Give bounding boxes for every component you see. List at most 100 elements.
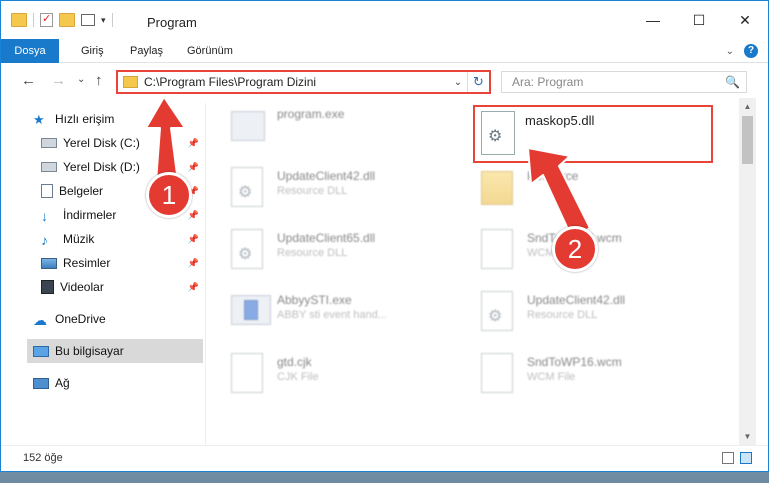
annotation-badge-1: 1 (146, 172, 192, 218)
pin-icon[interactable]: 📌 (188, 282, 199, 293)
new-folder-icon[interactable] (59, 13, 75, 27)
sidebar-item-label: Yerel Disk (C:) (63, 136, 140, 150)
computer-icon (33, 345, 49, 357)
tab-share[interactable]: Paylaş (130, 39, 163, 63)
sidebar-item-onedrive[interactable]: ☁ OneDrive (33, 307, 203, 331)
status-bar: 152 öğe (1, 445, 768, 471)
dll-icon: ⚙ (231, 229, 263, 269)
help-icon[interactable]: ? (744, 44, 758, 58)
gear-icon: ⚙ (488, 128, 503, 145)
scrollbar-thumb[interactable] (742, 116, 753, 164)
video-icon (41, 280, 54, 294)
file-type: Resource DLL (527, 309, 598, 321)
close-button[interactable]: ✕ (722, 1, 768, 39)
search-icon[interactable]: 🔍 (725, 75, 740, 89)
back-arrow-icon[interactable]: ← (21, 72, 36, 89)
maximize-button[interactable]: ☐ (676, 1, 722, 39)
search-input[interactable]: Ara: Program 🔍 (501, 71, 747, 93)
scroll-down-arrow-icon[interactable]: ▼ (739, 428, 756, 445)
search-placeholder: Ara: Program (512, 75, 584, 89)
tab-view[interactable]: Görünüm (187, 39, 233, 63)
sidebar-item-quick-access[interactable]: ★ Hızlı erişim (33, 107, 203, 131)
file-type: CJK File (277, 371, 319, 383)
file-name: AbbyySTI.exe (277, 293, 352, 307)
explorer-window: ▾ Program — ☐ ✕ Dosya Giriş Paylaş Görün… (0, 0, 769, 472)
toolbar-divider (111, 13, 113, 27)
document-icon (41, 184, 53, 198)
sidebar-item-label: İndirmeler (63, 208, 117, 222)
dll-icon: ⚙ (481, 111, 515, 155)
file-type: Resource DLL (277, 185, 348, 197)
properties-check-icon[interactable] (40, 12, 53, 27)
folder-icon (481, 171, 513, 205)
file-name: maskop5.dll (525, 113, 595, 128)
exe-icon (231, 295, 271, 325)
recent-locations-chevron-icon[interactable]: ⌄ (77, 74, 85, 85)
file-item[interactable]: ⚙ UpdateClient65.dll Resource DLL (217, 225, 457, 275)
sidebar-item-label: OneDrive (55, 312, 106, 326)
details-view-icon[interactable] (722, 452, 734, 464)
file-item[interactable]: program.exe (217, 101, 457, 151)
minimize-button[interactable]: — (630, 1, 676, 39)
pin-icon[interactable]: 📌 (188, 162, 199, 173)
view-icon[interactable] (81, 14, 95, 26)
file-item-selected[interactable]: ⚙ maskop5.dll (473, 105, 713, 163)
pin-icon[interactable]: 📌 (188, 210, 199, 221)
sidebar-item-videos[interactable]: Videolar 📌 (41, 275, 203, 299)
customize-toolbar-chevron-icon[interactable]: ▾ (101, 15, 106, 26)
sidebar-item-music[interactable]: ♪ Müzik 📌 (41, 227, 203, 251)
pin-icon[interactable]: 📌 (188, 234, 199, 245)
folder-icon (11, 13, 27, 27)
file-name: SndToWP16.wcm (527, 355, 622, 369)
address-bar[interactable]: C:\Program Files\Program Dizini ⌄ ↻ (116, 70, 491, 94)
address-path[interactable]: C:\Program Files\Program Dizini (144, 75, 449, 89)
window-title: Program (147, 15, 197, 30)
pin-icon[interactable]: 📌 (188, 138, 199, 149)
file-item[interactable]: gtd.cjk CJK File (217, 349, 457, 399)
navigation-bar: ← → ⌄ ↑ C:\Program Files\Program Dizini … (1, 64, 768, 98)
file-item[interactable]: Resource (467, 163, 707, 213)
dll-icon: ⚙ (481, 291, 513, 331)
sidebar-item-label: Hızlı erişim (55, 112, 115, 126)
sidebar-item-this-pc[interactable]: Bu bilgisayar (27, 339, 203, 363)
sidebar-item-pictures[interactable]: Resimler 📌 (41, 251, 203, 275)
file-type: WCM File (527, 371, 576, 383)
file-item[interactable]: AbbyySTI.exe ABBY sti event hand... (217, 287, 457, 337)
file-icon (481, 229, 513, 269)
sidebar-item-label: Yerel Disk (D:) (63, 160, 140, 174)
file-name: UpdateClient42.dll (527, 293, 626, 307)
tab-file[interactable]: Dosya (1, 39, 59, 63)
file-item[interactable]: ⚙ UpdateClient42.dll Resource DLL (467, 287, 707, 337)
file-icon (481, 353, 513, 393)
gear-icon: ⚙ (488, 308, 503, 325)
scroll-up-arrow-icon[interactable]: ▲ (739, 98, 756, 115)
up-arrow-icon[interactable]: ↑ (95, 72, 103, 89)
pictures-icon (41, 257, 57, 269)
file-item[interactable]: SndToWP16.wcm WCM File (467, 349, 707, 399)
expand-ribbon-chevron-icon[interactable]: ⌄ (726, 46, 734, 57)
large-icons-view-icon[interactable] (740, 452, 752, 464)
network-icon (33, 377, 49, 389)
gear-icon: ⚙ (238, 246, 253, 263)
file-name: program.exe (277, 107, 345, 121)
sidebar-item-label: Belgeler (59, 184, 104, 198)
app-badge-icon (244, 300, 258, 320)
drive-icon (41, 138, 57, 148)
file-item[interactable]: ⚙ UpdateClient42.dll Resource DLL (217, 163, 457, 213)
sidebar-item-local-disk-c[interactable]: Yerel Disk (C:) 📌 (41, 131, 203, 155)
sidebar-item-network[interactable]: Ağ (33, 371, 203, 395)
file-name: UpdateClient65.dll (277, 231, 376, 245)
vertical-scrollbar[interactable]: ▲ ▼ (739, 98, 756, 445)
file-name: gtd.cjk (277, 355, 312, 369)
tab-home[interactable]: Giriş (81, 39, 104, 63)
address-dropdown-chevron-icon[interactable]: ⌄ (449, 77, 467, 88)
sidebar-item-label: Ağ (55, 376, 70, 390)
pin-icon[interactable]: 📌 (188, 258, 199, 269)
refresh-icon[interactable]: ↻ (467, 72, 489, 92)
dll-icon: ⚙ (231, 167, 263, 207)
forward-arrow-icon[interactable]: → (51, 72, 66, 89)
exe-icon (231, 111, 265, 141)
star-icon: ★ (33, 112, 45, 127)
file-name: UpdateClient42.dll (277, 169, 376, 183)
item-count: 152 öğe (23, 452, 63, 464)
